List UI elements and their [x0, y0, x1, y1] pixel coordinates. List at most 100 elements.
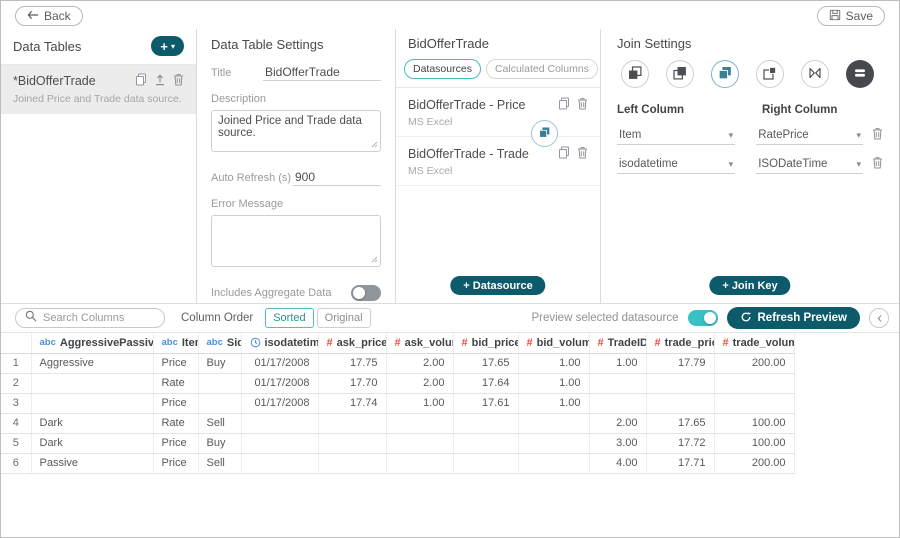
- table-cell: 01/17/2008: [241, 393, 318, 413]
- description-field[interactable]: Joined Price and Trade data source.: [211, 110, 381, 152]
- add-datasource-button[interactable]: + Datasource: [450, 276, 545, 295]
- table-cell: 17.65: [646, 413, 714, 433]
- join-type-selector: [621, 60, 883, 88]
- auto-refresh-field[interactable]: [293, 169, 381, 186]
- search-icon: [25, 309, 37, 327]
- resize-grip-icon[interactable]: [371, 135, 378, 153]
- aggregate-toggle-label: Includes Aggregate Data: [211, 287, 351, 299]
- table-cell: Passive: [31, 453, 153, 473]
- data-tables-panel: Data Tables + ▾ *BidOfferTrade Joined Pr…: [1, 29, 197, 303]
- table-cell: Price: [153, 433, 198, 453]
- table-cell: [31, 393, 153, 413]
- join-badge-button[interactable]: [531, 120, 558, 147]
- data-table-item-bidoffertrade[interactable]: *BidOfferTrade Joined Price and Trade da…: [1, 65, 196, 114]
- delete-join-key-button[interactable]: [872, 127, 883, 143]
- table-cell: 1.00: [589, 353, 646, 373]
- right-column-select[interactable]: RatePrice▾: [756, 127, 863, 145]
- tab-calculated-columns[interactable]: Calculated Columns: [486, 59, 598, 79]
- cross-join-button[interactable]: [801, 60, 829, 88]
- column-header-item[interactable]: abcItem: [153, 333, 198, 353]
- error-message-field[interactable]: [211, 215, 381, 267]
- trash-icon: [872, 127, 883, 143]
- column-order-original-button[interactable]: Original: [317, 308, 371, 328]
- column-header-trade_volume[interactable]: #trade_volume: [714, 333, 794, 353]
- table-cell: [453, 413, 518, 433]
- arrow-left-icon: [27, 9, 39, 23]
- row-number: 3: [1, 393, 31, 413]
- back-button[interactable]: Back: [15, 6, 83, 26]
- search-columns-input[interactable]: [43, 312, 155, 324]
- trash-icon: [872, 156, 883, 172]
- column-header-bid_price[interactable]: #bid_price: [453, 333, 518, 353]
- left-join-button[interactable]: [621, 60, 649, 88]
- outer-join-button[interactable]: [756, 60, 784, 88]
- delete-data-table-button[interactable]: [173, 73, 184, 89]
- table-cell: 2.00: [589, 413, 646, 433]
- numeric-type-icon: #: [598, 337, 604, 349]
- title-field[interactable]: [263, 64, 381, 81]
- join-key-row: isodatetime▾ ISODateTime▾: [617, 156, 883, 174]
- datasource-item[interactable]: BidOfferTrade - PriceMS Excel: [396, 88, 600, 137]
- copy-icon: [558, 146, 570, 162]
- resize-grip-icon[interactable]: [371, 250, 378, 268]
- numeric-type-icon: #: [462, 337, 468, 349]
- column-header-isodatetime[interactable]: isodatetime: [241, 333, 318, 353]
- row-filler: [794, 353, 899, 373]
- table-cell: 1.00: [518, 353, 589, 373]
- top-bar: Back Save: [1, 1, 899, 29]
- column-name: isodatetime: [265, 337, 319, 349]
- delete-join-key-button[interactable]: [872, 156, 883, 172]
- left-column-select[interactable]: isodatetime▾: [617, 156, 735, 174]
- table-cell: 100.00: [714, 433, 794, 453]
- inner-join-button[interactable]: [711, 60, 739, 88]
- preview-datasource-toggle[interactable]: [688, 310, 718, 326]
- table-row[interactable]: 3Price01/17/200817.741.0017.611.00: [1, 393, 899, 413]
- table-row[interactable]: 1AggressivePriceBuy01/17/200817.752.0017…: [1, 353, 899, 373]
- numeric-type-icon: #: [527, 337, 533, 349]
- column-name: TradeID: [608, 337, 646, 349]
- delete-datasource-button[interactable]: [577, 146, 588, 162]
- right-column-select[interactable]: ISODateTime▾: [756, 156, 863, 174]
- refresh-preview-button[interactable]: Refresh Preview: [727, 307, 861, 329]
- aggregate-toggle[interactable]: [351, 285, 381, 301]
- datasource-item[interactable]: BidOfferTrade - TradeMS Excel: [396, 137, 600, 186]
- delete-datasource-button[interactable]: [577, 97, 588, 113]
- table-row[interactable]: 2Rate01/17/200817.702.0017.641.00: [1, 373, 899, 393]
- table-cell: 2.00: [386, 353, 453, 373]
- copy-data-table-button[interactable]: [135, 73, 147, 89]
- column-header-ask_price[interactable]: #ask_price: [318, 333, 386, 353]
- column-header-tradeid[interactable]: # TradeID: [589, 333, 646, 353]
- collapse-panel-button[interactable]: [869, 308, 889, 328]
- left-column-select[interactable]: Item▾: [617, 127, 735, 145]
- column-header-trade_price[interactable]: #trade_price: [646, 333, 714, 353]
- publish-data-table-button[interactable]: [154, 74, 166, 89]
- text-type-icon: abc: [162, 337, 178, 348]
- table-row[interactable]: 4DarkRateSell2.0017.65100.00: [1, 413, 899, 433]
- trash-icon: [577, 97, 588, 113]
- copy-datasource-button[interactable]: [558, 97, 570, 113]
- table-cell: [453, 433, 518, 453]
- inner-join-icon: [537, 125, 552, 143]
- union-join-button[interactable]: [846, 60, 874, 88]
- table-cell: [198, 373, 241, 393]
- table-cell: [518, 433, 589, 453]
- copy-datasource-button[interactable]: [558, 146, 570, 162]
- column-header-aggressivepassivedark[interactable]: abcAggressivePassiveDark: [31, 333, 153, 353]
- right-join-button[interactable]: [666, 60, 694, 88]
- column-order-label: Column Order: [181, 312, 253, 324]
- row-number: 5: [1, 433, 31, 453]
- table-cell: Price: [153, 393, 198, 413]
- save-button[interactable]: Save: [817, 6, 885, 26]
- add-join-key-button[interactable]: + Join Key: [709, 276, 790, 295]
- column-header-ask_volume[interactable]: #ask_volume: [386, 333, 453, 353]
- add-data-table-button[interactable]: + ▾: [151, 36, 184, 56]
- tab-datasources[interactable]: Datasources: [404, 59, 481, 79]
- table-row[interactable]: 5DarkPriceBuy3.0017.72100.00: [1, 433, 899, 453]
- column-header-bid_volume[interactable]: #bid_volume: [518, 333, 589, 353]
- preview-table-area: abcAggressivePassiveDarkabcItemabcSide is…: [1, 333, 899, 474]
- column-name: trade_volume: [733, 337, 794, 349]
- search-columns-box[interactable]: [15, 308, 165, 328]
- column-header-side[interactable]: abcSide: [198, 333, 241, 353]
- column-order-sorted-button[interactable]: Sorted: [265, 308, 313, 328]
- table-row[interactable]: 6PassivePriceSell4.0017.71200.00: [1, 453, 899, 473]
